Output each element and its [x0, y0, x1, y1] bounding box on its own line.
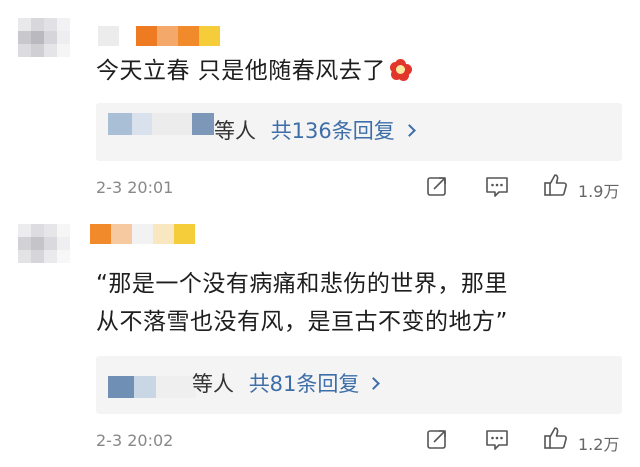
- username-blurred[interactable]: [90, 224, 210, 244]
- reply-count-link[interactable]: 共136条回复: [271, 119, 395, 143]
- reply-preview-box[interactable]: 等人 共136条回复: [96, 103, 622, 161]
- reply-preview-box[interactable]: 等人 共81条回复: [96, 356, 622, 414]
- comment-icon[interactable]: [485, 429, 509, 451]
- red-flower-emoji: [389, 59, 412, 81]
- comment-text-line: 从不落雪也没有风，是亘古不变的地方”: [96, 309, 508, 335]
- timestamp: 2-3 20:01: [96, 178, 174, 197]
- chevron-right-icon[interactable]: [402, 124, 416, 137]
- share-icon[interactable]: [426, 428, 448, 450]
- like-count: 1.9万: [578, 182, 620, 201]
- comment-icon[interactable]: [485, 176, 509, 198]
- thumbs-up-icon[interactable]: [543, 426, 569, 450]
- thumbs-up-icon[interactable]: [543, 173, 569, 197]
- reply-users-blurred: [108, 376, 203, 398]
- reply-people-label: 等人: [214, 119, 256, 143]
- chevron-right-icon[interactable]: [367, 377, 381, 390]
- avatar[interactable]: [18, 224, 70, 274]
- reply-count-link[interactable]: 共81条回复: [249, 372, 360, 396]
- comment-text: 今天立春 只是他随春风去了: [96, 52, 412, 90]
- reply-users-blurred: [108, 113, 223, 135]
- username-blurred[interactable]: [98, 26, 228, 46]
- comment-text: “那是一个没有病痛和悲伤的世界，那里 从不落雪也没有风，是亘古不变的地方”: [96, 265, 508, 341]
- timestamp: 2-3 20:02: [96, 431, 174, 450]
- avatar[interactable]: [18, 18, 70, 68]
- comment-text-line: “那是一个没有病痛和悲伤的世界，那里: [96, 271, 508, 297]
- like-count: 1.2万: [578, 435, 620, 454]
- reply-people-label: 等人: [192, 372, 234, 396]
- share-icon[interactable]: [426, 175, 448, 197]
